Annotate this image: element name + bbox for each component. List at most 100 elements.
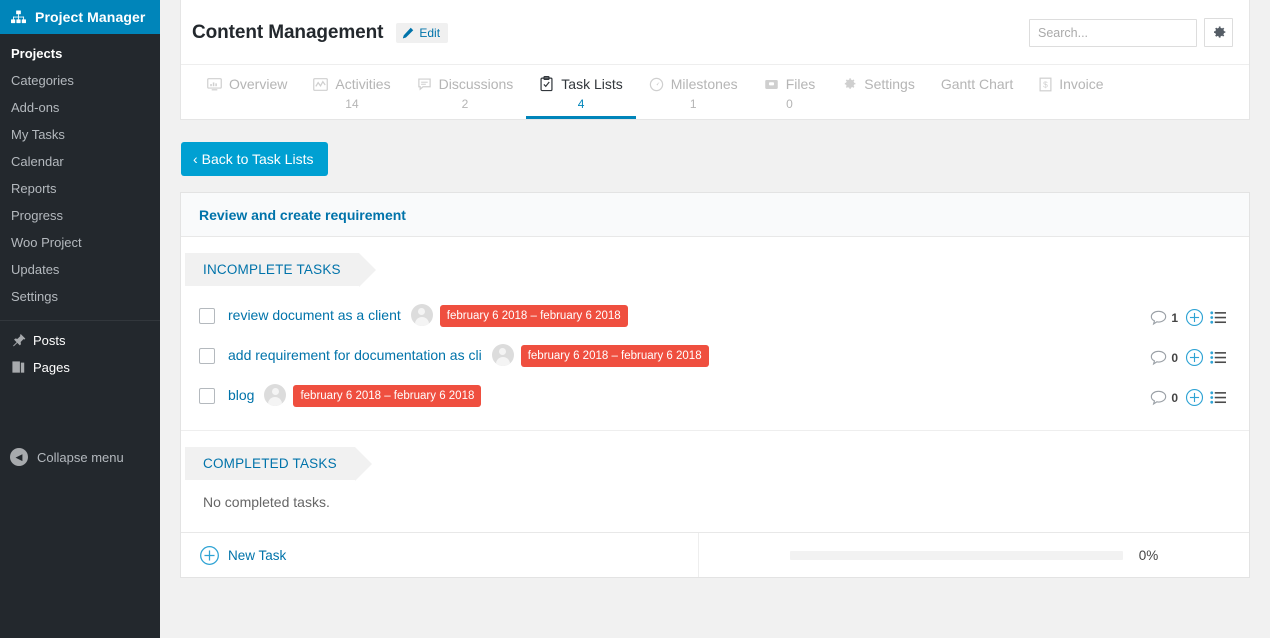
task-row: review document as a client february 6 2…: [181, 298, 1249, 338]
comment-count: 1: [1171, 310, 1178, 325]
tab-invoice[interactable]: $ Invoice: [1026, 76, 1116, 119]
milestone-clock-icon: [649, 77, 664, 92]
tab-label: Files: [785, 76, 816, 92]
tab-task-lists[interactable]: Task Lists 4: [526, 76, 637, 119]
sidebar-item-calendar[interactable]: Calendar: [0, 148, 160, 175]
new-task-label: New Task: [228, 547, 287, 563]
page-title: Content Management: [192, 21, 384, 43]
sidebar-submenu: Projects Categories Add-ons My Tasks Cal…: [0, 34, 160, 310]
sidebar-item-categories[interactable]: Categories: [0, 67, 160, 94]
sidebar-item-progress[interactable]: Progress: [0, 202, 160, 229]
tab-overview[interactable]: Overview: [194, 76, 300, 119]
task-date-badge: february 6 2018 – february 6 2018: [293, 385, 482, 407]
sidebar-item-updates[interactable]: Updates: [0, 256, 160, 283]
sidebar-item-posts[interactable]: Posts: [0, 327, 160, 354]
pencil-icon: [402, 27, 414, 39]
sidebar-item-label: My Tasks: [11, 126, 65, 142]
task-row: blog february 6 2018 – february 6 2018 0: [181, 378, 1249, 418]
comment-count: 0: [1171, 350, 1178, 365]
sidebar-item-label: Progress: [11, 207, 64, 223]
project-settings-button[interactable]: [1204, 18, 1233, 47]
clipboard-check-icon: [539, 76, 554, 92]
task-row: add requirement for documentation as cli…: [181, 338, 1249, 378]
incomplete-task-rows: review document as a client february 6 2…: [181, 286, 1249, 418]
task-complete-checkbox[interactable]: [199, 348, 215, 364]
task-detail-list-icon[interactable]: [1210, 390, 1227, 405]
svg-text:$: $: [1043, 79, 1048, 89]
comment-bubble-icon[interactable]: [1150, 350, 1167, 366]
task-detail-list-icon[interactable]: [1210, 310, 1227, 325]
header-search-group: [1029, 18, 1233, 47]
tab-label: Milestones: [670, 76, 738, 92]
sidebar-item-label: Categories: [11, 72, 74, 88]
sidebar-item-my-tasks[interactable]: My Tasks: [0, 121, 160, 148]
tab-count: 1: [689, 97, 697, 111]
task-actions: 0: [1150, 346, 1227, 367]
tab-activities[interactable]: Activities 14: [300, 76, 403, 119]
completed-tasks-empty-text: No completed tasks.: [203, 494, 330, 510]
tab-label: Gantt Chart: [940, 76, 1014, 92]
sidebar-item-woo-project[interactable]: Woo Project: [0, 229, 160, 256]
comment-icon: [417, 77, 432, 92]
incomplete-tasks-heading: INCOMPLETE TASKS: [185, 253, 376, 287]
sidebar-item-label: Woo Project: [11, 234, 82, 250]
collapse-menu-button[interactable]: ◀ Collapse menu: [0, 448, 160, 466]
sidebar-item-label: Updates: [11, 261, 60, 277]
plus-circle-icon[interactable]: [1185, 348, 1204, 367]
plus-circle-icon[interactable]: [1185, 388, 1204, 407]
tab-settings[interactable]: Settings: [828, 76, 928, 119]
sidebar-item-projects[interactable]: Projects: [0, 40, 160, 67]
edit-project-button[interactable]: Edit: [396, 22, 449, 43]
task-title-link[interactable]: add requirement for documentation as cli: [228, 346, 482, 365]
pages-icon: [11, 360, 33, 375]
sidebar-brand-project-manager[interactable]: Project Manager: [0, 0, 168, 34]
back-to-task-lists-button[interactable]: ‹ Back to Task Lists: [181, 142, 329, 176]
activity-chart-icon: [313, 77, 329, 92]
plus-circle-icon: [199, 545, 220, 566]
sidebar-item-reports[interactable]: Reports: [0, 175, 160, 202]
task-title-link[interactable]: review document as a client: [228, 306, 401, 325]
comment-bubble-icon[interactable]: [1150, 310, 1167, 326]
tab-label: Activities: [335, 76, 391, 92]
sidebar-item-pages[interactable]: Pages: [0, 354, 160, 381]
sidebar-item-settings[interactable]: Settings: [0, 283, 160, 310]
task-actions: 0: [1150, 386, 1227, 407]
invoice-dollar-icon: $: [1039, 77, 1052, 92]
comment-count: 0: [1171, 390, 1178, 405]
inbox-icon: [764, 77, 779, 92]
sidebar-item-label: Pages: [33, 360, 70, 375]
progress-percent-label: 0%: [1138, 547, 1159, 563]
tab-label: Invoice: [1059, 76, 1104, 92]
task-date-badge: february 6 2018 – february 6 2018: [439, 305, 628, 327]
search-input[interactable]: [1029, 18, 1197, 47]
new-task-button[interactable]: New Task: [181, 533, 699, 577]
tab-label: Task Lists: [561, 76, 623, 92]
sidebar-item-add-ons[interactable]: Add-ons: [0, 94, 160, 121]
tab-count: 2: [461, 97, 469, 111]
sidebar-main-menu: Posts Pages: [0, 321, 160, 381]
tab-discussions[interactable]: Discussions 2: [404, 76, 527, 119]
tab-label: Settings: [864, 76, 915, 92]
plus-circle-icon[interactable]: [1185, 308, 1204, 327]
admin-sidebar: Project Manager Projects Categories Add-…: [0, 0, 168, 638]
task-title-link[interactable]: blog: [228, 386, 254, 405]
sidebar-item-label: Calendar: [11, 153, 64, 169]
tab-gantt-chart[interactable]: Gantt Chart: [928, 76, 1026, 119]
task-complete-checkbox[interactable]: [199, 388, 215, 404]
task-detail-list-icon[interactable]: [1210, 350, 1227, 365]
collapse-arrow-icon: ◀: [10, 448, 28, 466]
gear-icon: [1210, 24, 1227, 41]
project-title-row: Content Management Edit: [181, 0, 1249, 65]
comment-bubble-icon[interactable]: [1150, 390, 1167, 406]
task-list-footer: New Task 0%: [181, 532, 1249, 577]
task-complete-checkbox[interactable]: [199, 308, 215, 324]
pin-icon: [11, 333, 33, 348]
sidebar-item-label: Projects: [11, 45, 63, 61]
tab-label: Overview: [229, 76, 288, 92]
tab-files[interactable]: Files 0: [751, 76, 829, 119]
project-tabs: Overview Activities 14 Discussions 2 Tas…: [181, 65, 1249, 119]
avatar: [491, 344, 514, 366]
project-header-card: Content Management Edit Search... Overvi…: [180, 0, 1250, 120]
tab-milestones[interactable]: Milestones 1: [636, 76, 751, 119]
sidebar-item-label: Settings: [11, 288, 58, 304]
